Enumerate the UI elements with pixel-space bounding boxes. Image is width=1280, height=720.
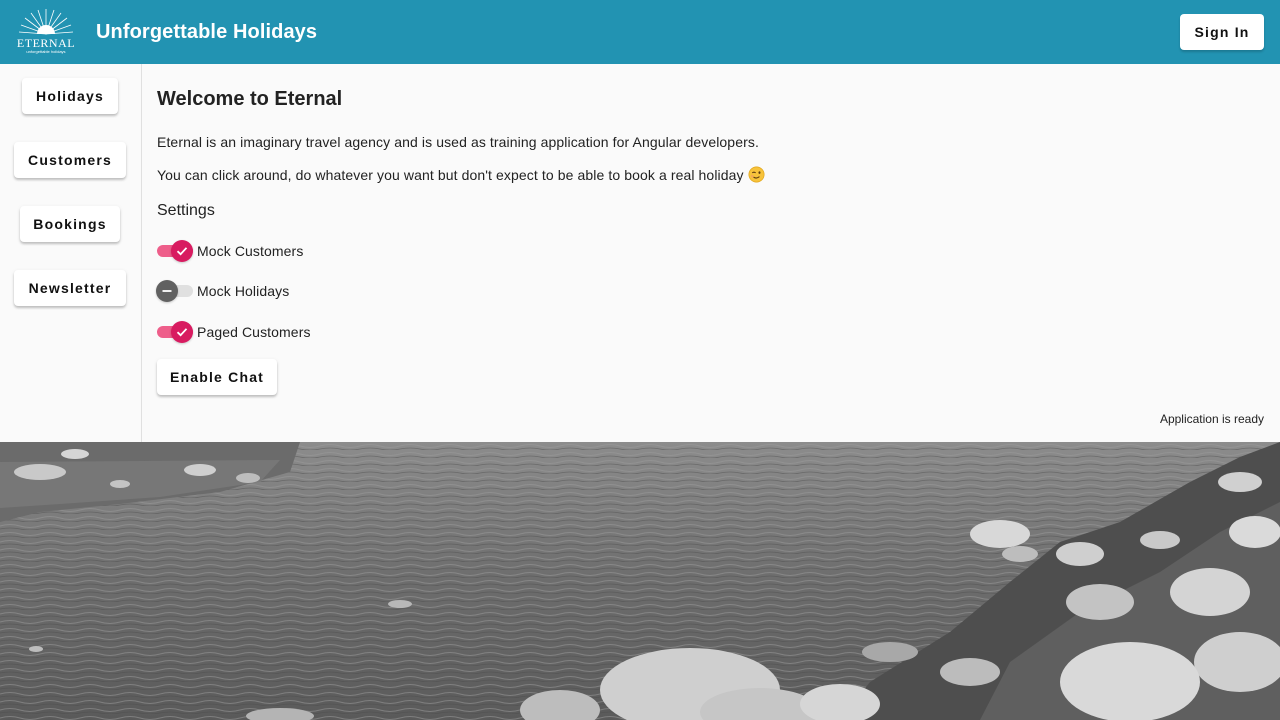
mock-customers-switch[interactable] [157,239,193,263]
eternal-logo-icon[interactable]: ETERNAL unforgettable holidays [16,6,76,56]
paged-customers-switch[interactable] [157,320,193,344]
sidebar: Holidays Customers Bookings Newsletter [0,64,142,442]
sidebar-item-bookings[interactable]: Bookings [20,206,120,242]
mock-holidays-switch[interactable] [156,279,193,303]
enable-chat-button[interactable]: Enable Chat [157,359,277,395]
note-text: You can click around, do whatever you wa… [157,167,744,183]
note-paragraph: You can click around, do whatever you wa… [157,166,765,183]
intro-text: Eternal is an imaginary travel agency an… [157,134,759,150]
sidebar-item-holidays[interactable]: Holidays [22,78,118,114]
toggle-mock-holidays[interactable]: Mock Holidays [156,279,290,303]
page-title: Welcome to Eternal [157,88,343,110]
toggle-label: Mock Holidays [197,283,290,299]
main-content: Welcome to Eternal Eternal is an imagina… [142,64,1280,442]
switch-knob [156,280,178,302]
settings-heading: Settings [157,202,215,219]
app-title: Unforgettable Holidays [96,21,318,43]
check-icon [176,328,188,337]
sidebar-item-customers[interactable]: Customers [14,142,126,178]
toggle-label: Mock Customers [197,243,304,259]
logo-text: ETERNAL [17,36,75,50]
check-icon [176,247,188,256]
minus-icon [162,290,172,292]
winking-face-icon [748,166,765,183]
sidebar-item-newsletter[interactable]: Newsletter [14,270,126,306]
logo-subtext: unforgettable holidays [26,49,65,54]
status-text: Application is ready [1159,412,1264,426]
toggle-label: Paged Customers [197,324,311,340]
switch-knob [171,240,193,262]
sign-in-button[interactable]: Sign In [1180,14,1264,50]
toggle-paged-customers[interactable]: Paged Customers [157,320,311,344]
toggle-mock-customers[interactable]: Mock Customers [157,239,303,263]
switch-knob [171,321,193,343]
top-toolbar: ETERNAL unforgettable holidays Unforgett… [0,0,1280,64]
lake-background-image [0,442,1280,720]
